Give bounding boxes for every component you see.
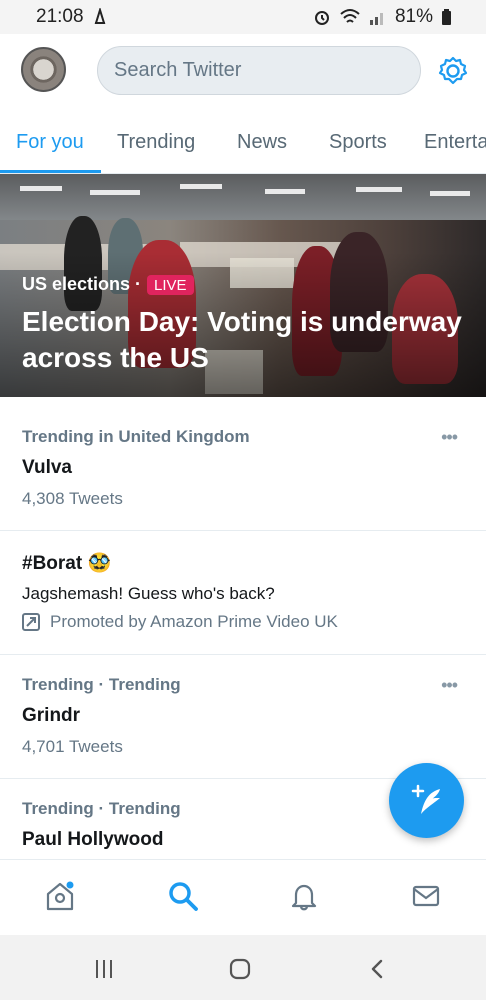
more-options-icon[interactable]: ••• (441, 427, 458, 448)
top-header: Search Twitter (0, 34, 486, 108)
hero-title[interactable]: Election Day: Voting is underway across … (22, 304, 472, 376)
compose-tweet-button[interactable] (389, 763, 464, 838)
mail-icon[interactable] (410, 880, 442, 912)
trend-meta: Trending in United Kingdom (22, 427, 250, 446)
trend-item[interactable]: Trending in United Kingdom ••• Vulva 4,3… (0, 405, 486, 531)
hero-category: US elections · (22, 274, 142, 294)
profile-avatar[interactable] (21, 47, 66, 92)
featured-story[interactable]: US elections · LIVE Election Day: Voting… (0, 174, 486, 397)
search-placeholder: Search Twitter (114, 59, 242, 81)
gear-icon[interactable] (437, 55, 469, 87)
home-button-icon[interactable] (228, 957, 252, 981)
promoted-trend-name: #Borat 🥸 (22, 553, 112, 574)
trend-name: Paul Hollywood (22, 829, 164, 850)
promoted-by: Promoted by Amazon Prime Video UK (22, 612, 338, 632)
trend-meta: Trending · Trending (22, 675, 181, 694)
live-badge: LIVE (147, 274, 194, 295)
alarm-icon (314, 11, 329, 25)
status-left: 21:08 (36, 6, 108, 28)
status-time: 21:08 (36, 6, 84, 27)
promoted-trend[interactable]: #Borat 🥸 Jagshemash! Guess who's back? P… (0, 531, 486, 655)
tab-sports[interactable]: Sports (329, 131, 387, 154)
tab-news[interactable]: News (237, 131, 287, 154)
notification-icon (94, 8, 105, 24)
search-input[interactable]: Search Twitter (97, 46, 421, 95)
more-options-icon[interactable]: ••• (441, 675, 458, 696)
trend-name: Grindr (22, 705, 81, 726)
promoted-by-text: Promoted by Amazon Prime Video UK (50, 612, 338, 631)
promoted-description: Jagshemash! Guess who's back? (22, 584, 275, 603)
status-right: 81% (313, 6, 452, 28)
battery-percentage: 81% (394, 6, 433, 27)
android-navigation-bar (0, 935, 486, 1000)
tweet-count: 4,308 Tweets (22, 489, 123, 508)
promoted-icon (22, 613, 40, 631)
quill-plus-icon (411, 784, 440, 814)
back-icon[interactable] (366, 957, 390, 981)
bell-icon[interactable] (288, 880, 320, 912)
tweet-count: 4,701 Tweets (22, 737, 123, 756)
status-bar: 21:08 81% (0, 0, 486, 34)
signal-icon (369, 13, 383, 25)
search-icon[interactable] (167, 880, 199, 912)
recent-apps-icon[interactable] (92, 957, 116, 981)
home-icon[interactable] (44, 880, 76, 912)
tab-for-you[interactable]: For you (16, 131, 84, 154)
hero-topic: US elections · LIVE (22, 274, 194, 295)
tab-trending[interactable]: Trending (117, 131, 195, 154)
wifi-icon (340, 9, 360, 23)
trend-name: Vulva (22, 457, 72, 478)
battery-icon (442, 9, 451, 25)
trend-item[interactable]: Trending · Trending ••• Grindr 4,701 Twe… (0, 655, 486, 779)
bottom-navigation (0, 859, 486, 935)
explore-tabs: For you Trending News Sports Enterta (0, 108, 486, 174)
tab-entertainment[interactable]: Enterta (424, 131, 486, 154)
trend-meta: Trending · Trending (22, 799, 181, 818)
